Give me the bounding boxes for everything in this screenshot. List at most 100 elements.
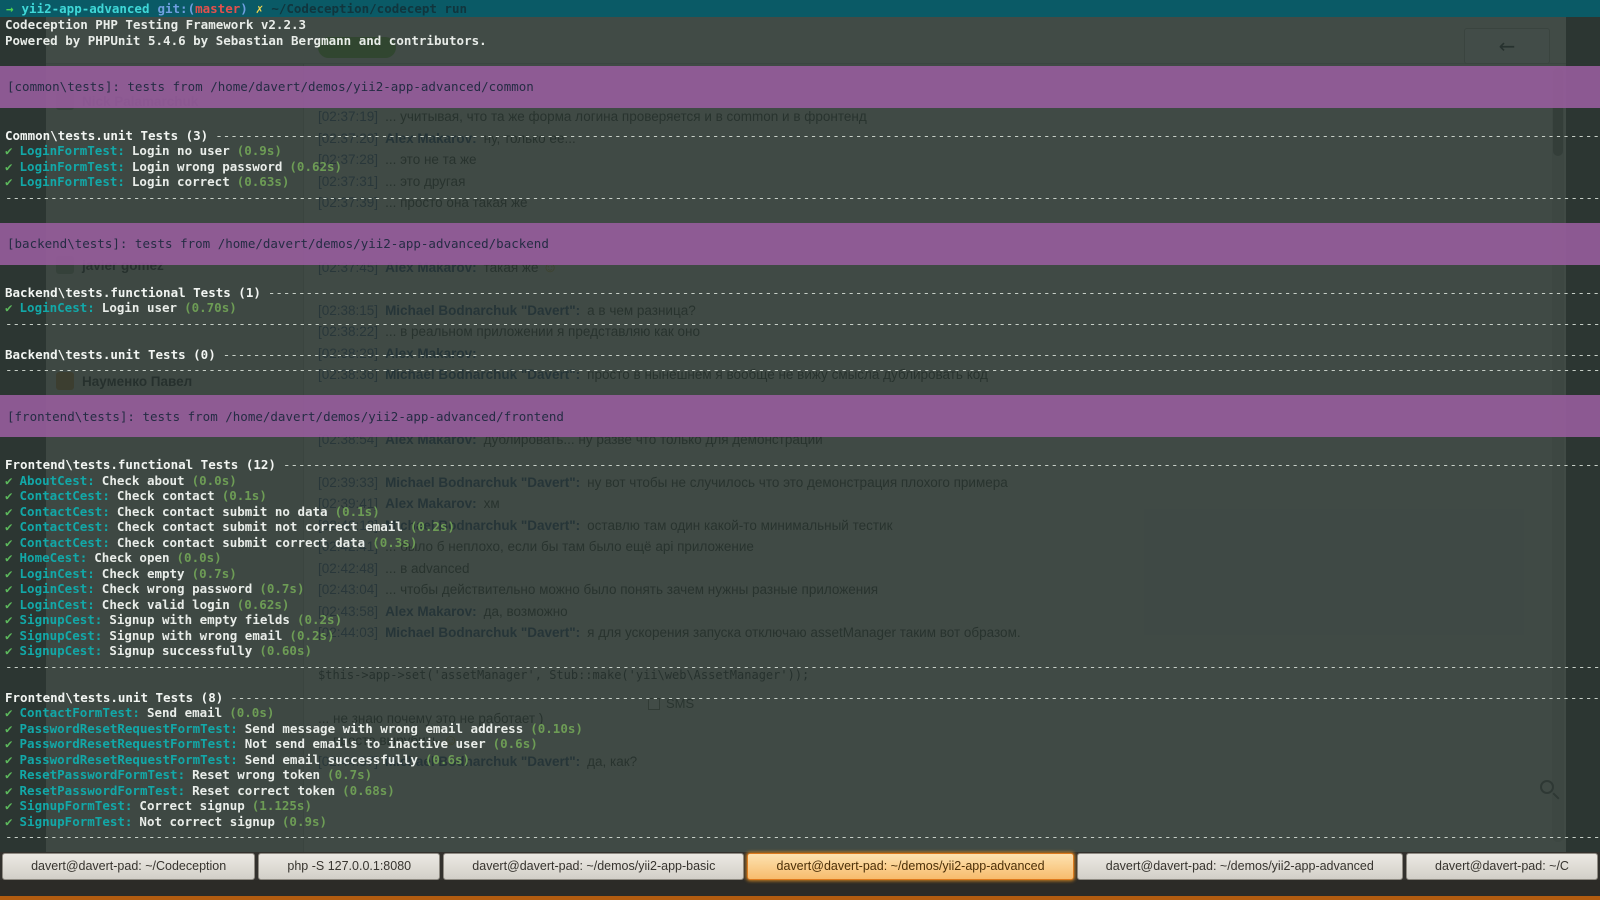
test-group-header: Frontend\tests.unit Tests (8)-----------… (0, 690, 1600, 706)
test-class-name: PasswordResetRequestFormTest: (20, 736, 238, 751)
taskbar-window-button[interactable]: davert@davert-pad: ~/demos/yii2-app-basi… (443, 853, 744, 880)
terminal-blank-line (0, 48, 1600, 64)
test-duration: (0.1s) (222, 488, 267, 503)
taskbar-window-button[interactable]: davert@davert-pad: ~/demos/yii2-app-adva… (1077, 853, 1403, 880)
group-title: Backend\tests.functional Tests (1) (5, 285, 261, 301)
check-icon: ✔ (5, 473, 13, 488)
test-result-line: ✔PasswordResetRequestFormTest:Send messa… (0, 721, 1600, 737)
terminal-blank-line (0, 674, 1600, 690)
test-description: Not send emails to inactive user (245, 736, 486, 751)
test-description: Signup with empty fields (109, 612, 290, 627)
group-dashes: ----------------------------------------… (215, 128, 1600, 144)
test-result-line: ✔ContactCest:Check contact submit correc… (0, 535, 1600, 551)
test-description: Check open (94, 550, 169, 565)
check-icon: ✔ (5, 643, 13, 658)
suite-banner: [common\tests]: tests from /home/davert/… (0, 66, 1600, 108)
test-class-name: SignupFormTest: (20, 798, 133, 813)
test-duration: (0.3s) (372, 535, 417, 550)
test-class-name: ContactCest: (20, 504, 110, 519)
check-icon: ✔ (5, 814, 13, 829)
taskbar: davert@davert-pad: ~/Codeceptionphp -S 1… (0, 852, 1600, 900)
taskbar-window-button[interactable]: davert@davert-pad: ~/demos/yii2-app-adva… (747, 853, 1073, 880)
test-group-header: Frontend\tests.functional Tests (12)----… (0, 457, 1600, 473)
test-result-line: ✔ResetPasswordFormTest:Reset correct tok… (0, 783, 1600, 799)
test-result-line: ✔SignupCest:Signup with wrong email(0.2s… (0, 628, 1600, 644)
check-icon: ✔ (5, 752, 13, 767)
test-result-line: ✔LoginCest:Check wrong password(0.7s) (0, 581, 1600, 597)
test-result-line: ✔SignupFormTest:Correct signup(1.125s) (0, 798, 1600, 814)
git-dirty-icon: ✗ (256, 1, 264, 16)
test-duration: (0.63s) (237, 174, 290, 189)
test-result-line: ✔SignupFormTest:Not correct signup(0.9s) (0, 814, 1600, 830)
test-result-line: ✔ResetPasswordFormTest:Reset wrong token… (0, 767, 1600, 783)
test-class-name: LoginFormTest: (20, 159, 125, 174)
separator-line: ----------------------------------------… (0, 362, 1600, 378)
test-result-line: ✔LoginCest:Login user(0.70s) (0, 300, 1600, 316)
test-duration: (0.62s) (289, 159, 342, 174)
check-icon: ✔ (5, 783, 13, 798)
taskbar-button-row: davert@davert-pad: ~/Codeceptionphp -S 1… (0, 852, 1600, 880)
test-group-header: Backend\tests.unit Tests (0)------------… (0, 347, 1600, 363)
test-result-line: ✔LoginFormTest:Login correct(0.63s) (0, 174, 1600, 190)
terminal-blank-line (0, 205, 1600, 221)
test-description: Login no user (132, 143, 230, 158)
test-description: Send email (147, 705, 222, 720)
test-duration: (0.0s) (177, 550, 222, 565)
test-class-name: LoginCest: (20, 597, 95, 612)
taskbar-window-button[interactable]: php -S 127.0.0.1:8080 (258, 853, 440, 880)
test-description: Not correct signup (139, 814, 274, 829)
terminal-output: Codeception PHP Testing Framework v2.2.3… (0, 17, 1600, 845)
test-class-name: LoginCest: (20, 581, 95, 596)
test-group-header: Common\tests.unit Tests (3) -------------… (0, 128, 1600, 144)
test-result-line: ✔ContactCest:Check contact submit not co… (0, 519, 1600, 535)
check-icon: ✔ (5, 550, 13, 565)
taskbar-window-button[interactable]: davert@davert-pad: ~/C (1406, 853, 1598, 880)
test-class-name: ResetPasswordFormTest: (20, 783, 186, 798)
check-icon: ✔ (5, 721, 13, 736)
test-class-name: ContactCest: (20, 519, 110, 534)
group-title: Frontend\tests.functional Tests (12) (5, 457, 276, 473)
suite-banner-text: [frontend\tests]: tests from /home/daver… (7, 409, 564, 424)
taskbar-window-button[interactable]: davert@davert-pad: ~/Codeception (2, 853, 255, 880)
git-prefix: git:( (157, 1, 195, 16)
test-duration: (1.125s) (252, 798, 312, 813)
test-description: Login correct (132, 174, 230, 189)
terminal-window[interactable]: →yii2-app-advancedgit:(master)✗~/Codecep… (0, 0, 1600, 852)
test-duration: (0.9s) (237, 143, 282, 158)
test-duration: (0.7s) (327, 767, 372, 782)
suite-banner-text: [backend\tests]: tests from /home/davert… (7, 236, 549, 251)
separator-line: ----------------------------------------… (0, 316, 1600, 332)
group-title: Common\tests.unit Tests (3) (5, 128, 208, 144)
check-icon: ✔ (5, 143, 13, 158)
test-class-name: HomeCest: (20, 550, 88, 565)
test-description: Send email successfully (245, 752, 418, 767)
test-class-name: SignupFormTest: (20, 814, 133, 829)
test-description: Signup successfully (109, 643, 252, 658)
test-description: Check empty (102, 566, 185, 581)
check-icon: ✔ (5, 628, 13, 643)
terminal-text-line: Powered by PHPUnit 5.4.6 by Sebastian Be… (0, 33, 1600, 49)
test-duration: (0.60s) (259, 643, 312, 658)
check-icon: ✔ (5, 767, 13, 782)
test-class-name: ContactFormTest: (20, 705, 140, 720)
check-icon: ✔ (5, 612, 13, 627)
suite-banner: [backend\tests]: tests from /home/davert… (0, 223, 1600, 265)
test-result-line: ✔LoginFormTest:Login wrong password(0.62… (0, 159, 1600, 175)
suite-banner: [frontend\tests]: tests from /home/daver… (0, 395, 1600, 437)
test-result-line: ✔LoginCest:Check valid login(0.62s) (0, 597, 1600, 613)
test-result-line: ✔ HomeCest: Check open (0.0s) (0, 550, 1600, 566)
check-icon: ✔ (5, 736, 13, 751)
test-class-name: ContactCest: (20, 535, 110, 550)
test-class-name: LoginFormTest: (20, 174, 125, 189)
check-icon: ✔ (5, 300, 13, 315)
test-duration: (0.0s) (229, 705, 274, 720)
check-icon: ✔ (5, 597, 13, 612)
test-duration: (0.0s) (192, 473, 237, 488)
test-duration: (0.6s) (425, 752, 470, 767)
test-class-name: SignupCest: (20, 612, 103, 627)
group-dashes: ----------------------------------------… (223, 347, 1600, 363)
test-result-line: ✔SignupCest:Signup successfully(0.60s) (0, 643, 1600, 659)
test-description: Check contact (117, 488, 215, 503)
test-class-name: AboutCest: (20, 473, 95, 488)
group-dashes: ----------------------------------------… (230, 690, 1600, 706)
